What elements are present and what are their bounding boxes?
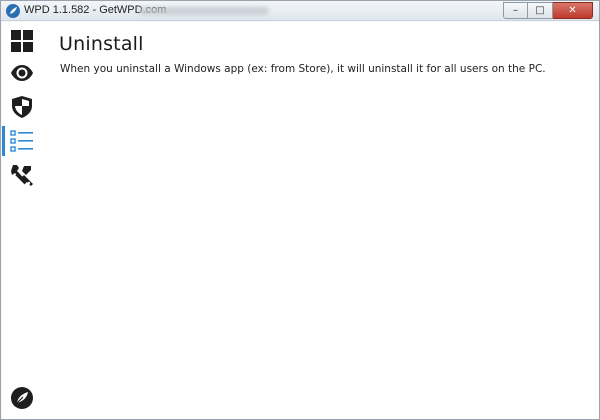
sidebar-item-dashboard[interactable]	[2, 24, 42, 58]
list-icon	[10, 130, 33, 152]
app-logo-icon	[6, 4, 20, 18]
shield-icon	[12, 96, 32, 118]
close-button[interactable]: ✕	[553, 2, 593, 19]
sidebar	[2, 22, 42, 419]
title-bar[interactable]: WPD 1.1.582 - GetWPD.com – □ ✕	[1, 1, 599, 21]
eye-icon	[11, 65, 33, 81]
tools-icon	[11, 165, 33, 186]
sidebar-item-uninstall[interactable]	[2, 124, 42, 158]
sidebar-item-privacy[interactable]	[2, 56, 42, 90]
page-title: Uninstall	[59, 33, 144, 55]
sidebar-item-firewall[interactable]	[2, 90, 42, 124]
app-window: WPD 1.1.582 - GetWPD.com – □ ✕ Uninstall…	[0, 0, 600, 420]
sidebar-item-tools[interactable]	[2, 158, 42, 192]
page-description: When you uninstall a Windows app (ex: fr…	[60, 63, 546, 75]
leaf-icon	[11, 387, 33, 409]
sidebar-item-website[interactable]	[2, 381, 42, 415]
title-blurred-text	[139, 7, 269, 15]
minimize-button[interactable]: –	[503, 2, 528, 19]
maximize-button[interactable]: □	[528, 2, 553, 19]
main-content: Uninstall When you uninstall a Windows a…	[42, 22, 599, 419]
window-controls: – □ ✕	[503, 2, 593, 19]
tiles-icon	[11, 30, 33, 52]
